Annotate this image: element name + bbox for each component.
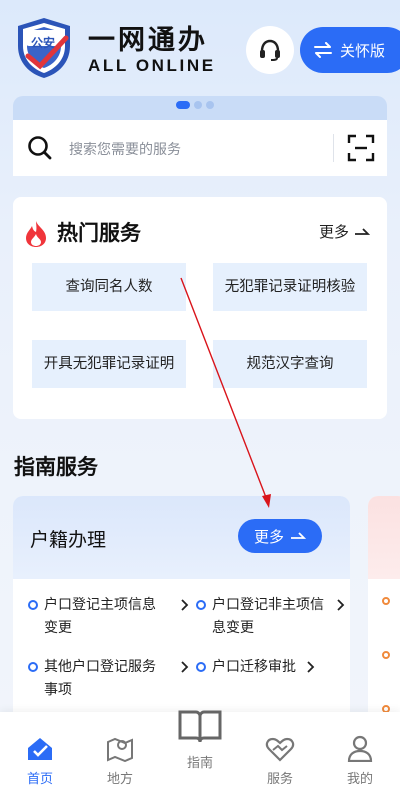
home-check-icon	[28, 738, 52, 760]
search-icon	[28, 136, 52, 160]
carousel-dot	[206, 101, 214, 109]
care-mode-button[interactable]: 关怀版	[300, 27, 400, 73]
book-icon	[178, 710, 222, 743]
nav-item-local[interactable]: 地方	[90, 730, 150, 787]
brand-title-cn: 一网通办	[88, 25, 208, 56]
bullet-icon	[382, 597, 390, 605]
guide-card-next-header	[368, 496, 400, 579]
arrow-right-icon	[291, 532, 306, 539]
nav-item-services[interactable]: 服务	[250, 730, 310, 787]
bottom-navigation: 首页 地方 指南 服务 我的	[0, 710, 400, 793]
arrow-right-icon	[355, 227, 371, 235]
guide-more-button[interactable]: 更多	[238, 519, 322, 553]
carousel-dot-active	[176, 101, 190, 109]
chevron-right-icon	[307, 661, 315, 673]
search-bar[interactable]: 搜索您需要的服务	[13, 120, 387, 176]
headset-icon	[260, 39, 280, 61]
service-tile[interactable]: 查询同名人数	[32, 263, 186, 311]
nav-label: 首页	[26, 772, 53, 787]
fire-icon	[26, 221, 46, 247]
more-label: 更多	[319, 223, 350, 241]
app-header: 公安 一网通办 ALL ONLINE 关怀版	[0, 0, 400, 92]
bullet-icon	[382, 651, 390, 659]
bullet-icon	[28, 600, 38, 610]
badge-text: 公安	[31, 36, 56, 50]
service-tile[interactable]: 开具无犯罪记录证明	[32, 340, 186, 388]
brand-title-en: ALL ONLINE	[88, 56, 216, 75]
guide-item-label: 其他户口登记服务事项	[44, 659, 156, 698]
nav-item-mine[interactable]: 我的	[330, 730, 390, 787]
hot-services-more-link[interactable]: 更多	[319, 221, 371, 242]
carousel-dot	[194, 101, 202, 109]
guide-item-label: 户口登记非主项信息变更	[212, 597, 324, 636]
divider	[333, 134, 334, 162]
guide-item[interactable]: 户口迁移审批	[196, 656, 346, 679]
user-icon	[347, 735, 373, 762]
map-pin-icon	[107, 737, 133, 762]
chevron-right-icon	[181, 661, 189, 673]
carousel-indicator	[176, 101, 214, 109]
chevron-right-icon	[337, 599, 345, 611]
hot-services-title: 热门服务	[57, 221, 141, 245]
swap-arrows-icon	[314, 42, 332, 58]
guide-card-household: 户籍办理 更多 户口登记主项信息变更 户口登记非主项信息变更 其他户口登记服务事…	[13, 496, 350, 726]
guide-item-label: 户口登记主项信息变更	[44, 597, 156, 636]
service-tile[interactable]: 无犯罪记录证明核验	[213, 263, 367, 311]
nav-item-guide[interactable]: 指南	[170, 708, 230, 771]
service-tile[interactable]: 规范汉字查询	[213, 340, 367, 388]
scan-icon[interactable]	[347, 134, 375, 162]
guide-section-title: 指南服务	[14, 455, 98, 479]
bullet-icon	[196, 600, 206, 610]
heart-hands-icon	[265, 737, 295, 762]
customer-support-button[interactable]	[246, 26, 294, 74]
chevron-right-icon	[181, 599, 189, 611]
search-input[interactable]: 搜索您需要的服务	[69, 139, 181, 159]
nav-label: 服务	[266, 772, 293, 787]
guide-item[interactable]: 其他户口登记服务事项	[28, 656, 189, 702]
nav-item-home[interactable]: 首页	[10, 730, 70, 787]
guide-item-label: 户口迁移审批	[212, 659, 296, 675]
guide-item[interactable]: 户口登记非主项信息变更	[196, 594, 346, 640]
hot-services-card: 热门服务 更多 查询同名人数 无犯罪记录证明核验 开具无犯罪记录证明 规范汉字查…	[13, 197, 387, 419]
nav-label: 指南	[186, 756, 213, 771]
more-label: 更多	[253, 527, 284, 546]
guide-card-next-peek[interactable]	[368, 496, 400, 726]
bullet-icon	[28, 662, 38, 672]
nav-label: 我的	[346, 772, 373, 787]
nav-label: 地方	[106, 772, 133, 787]
bullet-icon	[196, 662, 206, 672]
guide-card-title: 户籍办理	[30, 529, 107, 551]
care-mode-label: 关怀版	[340, 41, 386, 60]
guide-item[interactable]: 户口登记主项信息变更	[28, 594, 189, 640]
